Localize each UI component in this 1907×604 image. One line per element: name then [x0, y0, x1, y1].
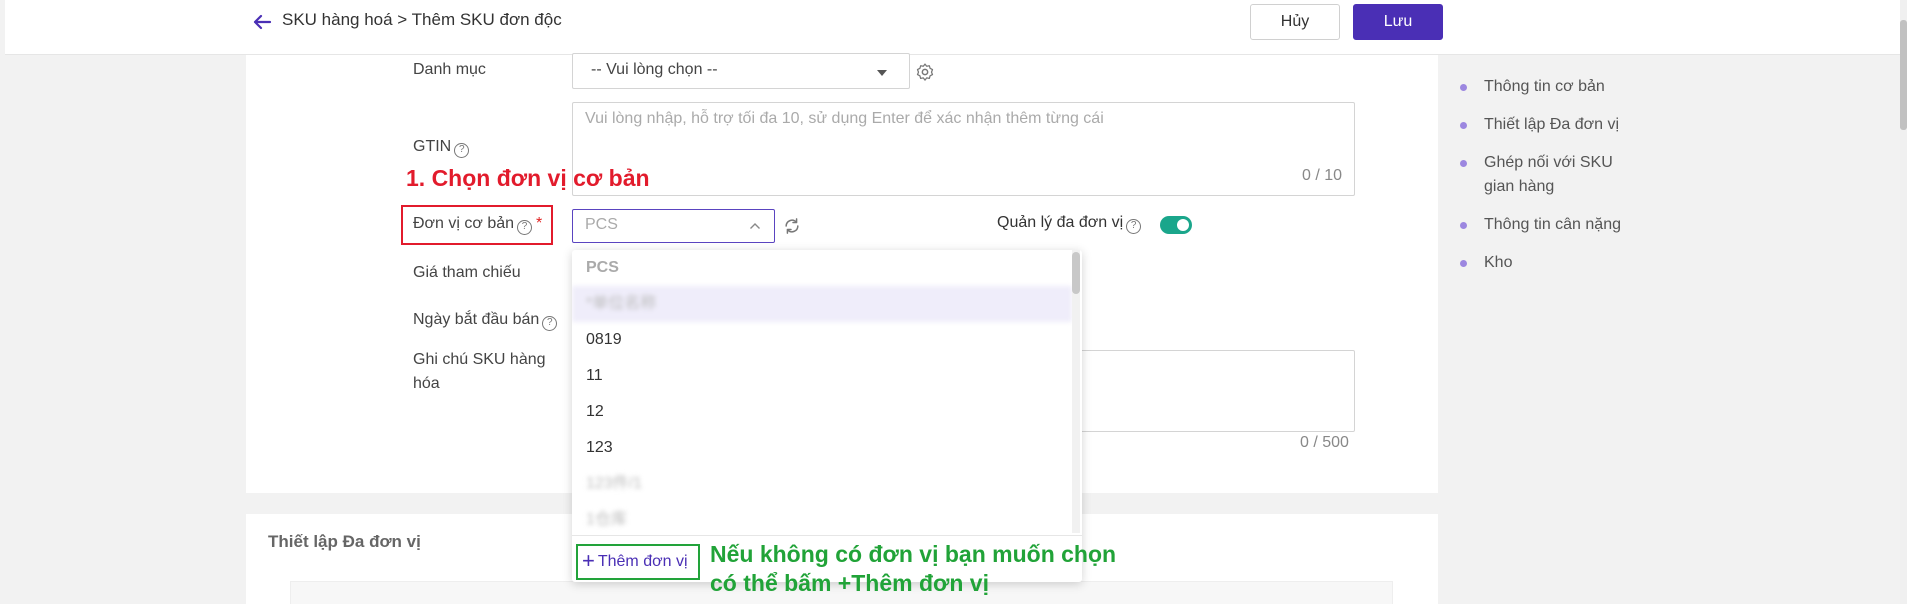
caret-down-icon [877, 70, 887, 76]
base-unit-select[interactable]: PCS [572, 209, 775, 243]
category-select[interactable]: -- Vui lòng chọn -- [572, 53, 910, 89]
page-header: SKU hàng hoá > Thêm SKU đơn độc Hủy Lưu [5, 0, 1900, 55]
help-icon[interactable]: ? [517, 220, 533, 235]
plus-icon: + [582, 548, 595, 573]
page-scrollbar-thumb[interactable] [1900, 20, 1907, 130]
dot-icon [1460, 260, 1467, 267]
gtin-count: 0 / 10 [1301, 167, 1342, 184]
step1-annotation: 1. Chọn đơn vị cơ bản [406, 165, 650, 191]
base-unit-placeholder: PCS [585, 216, 618, 233]
category-label: Danh mục [413, 61, 486, 78]
anchor-item-store-sku[interactable]: Ghép nối với SKU gian hàng [1460, 151, 1640, 199]
dot-icon [1460, 160, 1467, 167]
anchor-nav: Thông tin cơ bản Thiết lập Đa đơn vị Ghé… [1460, 75, 1660, 289]
dropdown-option[interactable]: 0819 [572, 322, 1072, 358]
anchor-label: Kho [1484, 254, 1513, 271]
anchor-label: Thiết lập Đa đơn vị [1484, 116, 1619, 133]
anchor-item-warehouse[interactable]: Kho [1460, 251, 1660, 275]
dropdown-divider [572, 535, 1082, 536]
gtin-input[interactable]: Vui lòng nhập, hỗ trợ tối đa 10, sử dụng… [572, 102, 1355, 196]
chevron-up-icon [750, 223, 760, 229]
help-icon[interactable]: ? [454, 143, 470, 158]
reference-price-label: Giá tham chiếu [413, 264, 521, 281]
dropdown-option[interactable]: *单位名称 [572, 286, 1072, 322]
note-count: 0 / 500 [1300, 434, 1349, 451]
note-textarea[interactable] [1074, 350, 1355, 432]
back-arrow-icon[interactable] [250, 10, 274, 34]
base-unit-label-text: Đơn vị cơ bản [413, 215, 515, 232]
dropdown-option[interactable]: 12 [572, 394, 1072, 430]
refresh-icon[interactable] [782, 216, 802, 236]
anchor-label: Thông tin cân nặng [1484, 216, 1621, 233]
anchor-item-basic-info[interactable]: Thông tin cơ bản [1460, 75, 1660, 99]
required-mark: * [536, 215, 543, 232]
dot-icon [1460, 122, 1467, 129]
anchor-item-multi-unit[interactable]: Thiết lập Đa đơn vị [1460, 113, 1660, 137]
dot-icon [1460, 84, 1467, 91]
multi-unit-label-text: Quản lý đa đơn vị [997, 214, 1124, 231]
anchor-label: Ghép nối với SKU gian hàng [1484, 154, 1613, 195]
anchor-item-weight[interactable]: Thông tin cân nặng [1460, 213, 1660, 237]
dropdown-scrollbar[interactable] [1072, 250, 1080, 533]
multi-unit-toggle[interactable] [1160, 216, 1192, 234]
dot-icon [1460, 222, 1467, 229]
gtin-label-text: GTIN [413, 138, 452, 155]
note-label: Ghi chú SKU hàng hóa [413, 351, 546, 392]
toggle-knob [1177, 219, 1189, 231]
hint-line-2: có thể bấm +Thêm đơn vị [710, 570, 989, 596]
gtin-placeholder: Vui lòng nhập, hỗ trợ tối đa 10, sử dụng… [585, 110, 1104, 127]
unit-dropdown: PCS *单位名称 0819 11 12 123 123件/1 1仓库 + Thê… [572, 250, 1082, 582]
base-unit-label: Đơn vị cơ bản? * [413, 212, 542, 236]
multi-unit-label: Quản lý đa đơn vị? [997, 214, 1142, 234]
sale-start-date-label: Ngày bắt đầu bán? [413, 308, 558, 332]
anchor-label: Thông tin cơ bản [1484, 78, 1605, 95]
help-icon[interactable]: ? [1126, 219, 1142, 234]
add-unit-hint-annotation: Nếu không có đơn vị bạn muốn chọn có thể… [710, 540, 1116, 598]
page-scrollbar[interactable] [1900, 0, 1907, 604]
dropdown-option[interactable]: 123 [572, 430, 1072, 466]
add-unit-button[interactable]: + Thêm đơn vị [582, 550, 688, 573]
dropdown-option: PCS [586, 259, 619, 276]
section-title: Thiết lập Đa đơn vị [268, 532, 421, 551]
dropdown-option[interactable]: 11 [572, 358, 1072, 394]
cancel-button[interactable]: Hủy [1250, 4, 1340, 40]
sale-start-date-label-text: Ngày bắt đầu bán [413, 311, 540, 328]
gear-icon[interactable] [915, 62, 935, 82]
breadcrumb: SKU hàng hoá > Thêm SKU đơn độc [282, 10, 562, 29]
gtin-label: GTIN? [413, 135, 470, 159]
add-unit-label: Thêm đơn vị [597, 553, 688, 570]
dropdown-option[interactable]: 123件/1 [572, 466, 1072, 502]
dropdown-option[interactable]: 1仓库 [572, 502, 1072, 532]
help-icon[interactable]: ? [542, 316, 558, 331]
dropdown-scrollbar-thumb[interactable] [1072, 252, 1080, 294]
category-select-value: -- Vui lòng chọn -- [591, 61, 718, 78]
hint-line-1: Nếu không có đơn vị bạn muốn chọn [710, 541, 1117, 567]
save-button[interactable]: Lưu [1353, 4, 1443, 40]
